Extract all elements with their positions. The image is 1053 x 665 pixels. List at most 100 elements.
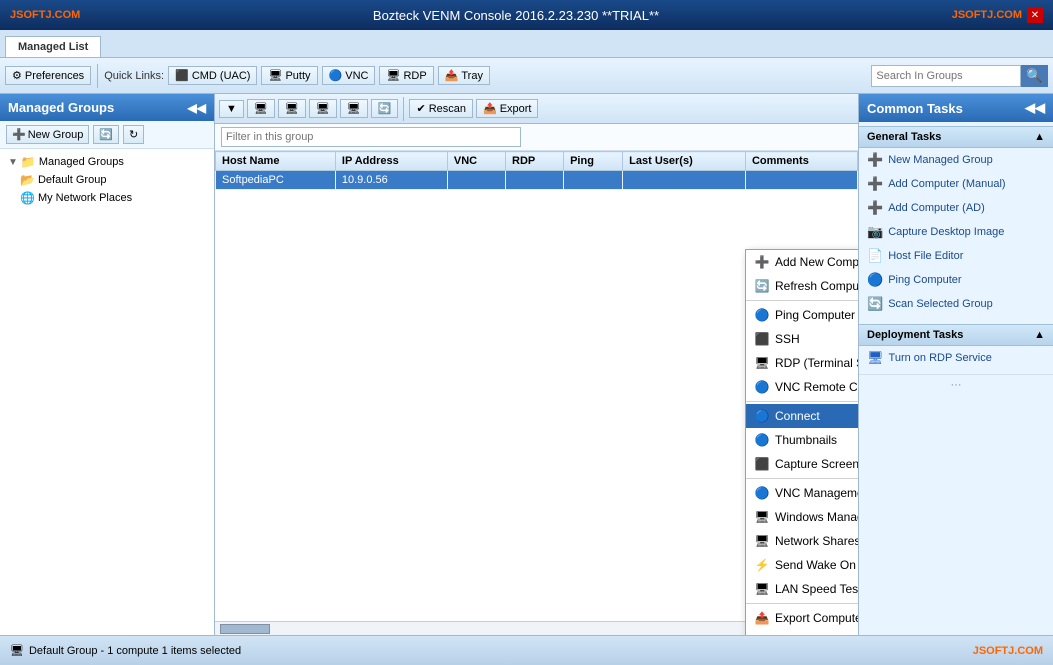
- rdp-button[interactable]: 🖥 RDP: [379, 66, 433, 85]
- new-group-button[interactable]: ➕ New Group: [6, 125, 89, 144]
- tree-item-default[interactable]: 📂 Default Group: [4, 171, 210, 189]
- ctx-network-shares[interactable]: 🖥 Network Shares ▶: [746, 529, 858, 553]
- ctx-win-mgmt-icon: 🖥: [754, 509, 770, 525]
- ctx-add-icon: ➕: [754, 254, 770, 270]
- tree-label-network: My Network Places: [38, 192, 132, 204]
- content-btn-4[interactable]: 🖥: [340, 99, 368, 118]
- preferences-button[interactable]: ⚙ Preferences: [5, 66, 91, 85]
- search-input[interactable]: [871, 65, 1021, 87]
- ctx-vnc-mgmt[interactable]: 🔵 VNC Management ▶: [746, 481, 858, 505]
- col-hostname[interactable]: Host Name: [216, 152, 336, 171]
- tree-item-root[interactable]: ▼ 📁 Managed Groups: [4, 153, 210, 171]
- cmd-button[interactable]: ⬛ CMD (UAC): [168, 66, 257, 85]
- task-new-managed-group[interactable]: ➕ New Managed Group: [859, 148, 1053, 172]
- export-icon: 📤: [483, 102, 497, 115]
- general-tasks-header: General Tasks ▲: [859, 126, 1053, 148]
- search-button[interactable]: 🔍: [1021, 65, 1048, 87]
- ctx-vnc-remote[interactable]: 🔵 VNC Remote Control: [746, 375, 858, 399]
- close-button[interactable]: ✕: [1027, 7, 1043, 23]
- main-toolbar: ⚙ Preferences Quick Links: ⬛ CMD (UAC) 🖥…: [0, 58, 1053, 94]
- sidebar-sync-button[interactable]: ↻: [123, 125, 144, 144]
- rescan-button[interactable]: ✔ Rescan: [409, 99, 473, 118]
- content-btn-3[interactable]: 🖥: [309, 99, 337, 118]
- col-vnc[interactable]: VNC: [447, 152, 505, 171]
- col-ip[interactable]: IP Address: [335, 152, 447, 171]
- task-add-computer-manual[interactable]: ➕ Add Computer (Manual): [859, 172, 1053, 196]
- content-btn-2[interactable]: 🖥: [278, 99, 306, 118]
- sidebar-collapse-icon[interactable]: ◀◀: [188, 101, 206, 115]
- task-camera-icon: 📷: [867, 224, 883, 240]
- col-rdp[interactable]: RDP: [506, 152, 564, 171]
- ctx-refresh-icon: 🔄: [754, 278, 770, 294]
- ctx-ssh[interactable]: ⬛ SSH: [746, 327, 858, 351]
- ctx-ping[interactable]: 🔵 Ping Computer: [746, 303, 858, 327]
- table-row[interactable]: SoftpediaPC 10.9.0.56: [216, 171, 858, 190]
- task-add-computer-ad[interactable]: ➕ Add Computer (AD): [859, 196, 1053, 220]
- tree-label-default: Default Group: [38, 174, 106, 186]
- col-comments[interactable]: Comments: [745, 152, 857, 171]
- ctx-win-mgmt[interactable]: 🖥 Windows Management ▶: [746, 505, 858, 529]
- cmd-icon: ⬛: [175, 69, 189, 82]
- ctx-wake-on-lan[interactable]: ⚡ Send Wake On LAN Packet: [746, 553, 858, 577]
- status-bar: 🖥 Default Group - 1 compute 1 items sele…: [0, 635, 1053, 665]
- ctx-connect-icon: 🔵: [754, 408, 770, 424]
- ctx-rdp-icon: 🖥: [754, 355, 770, 371]
- content-btn-1[interactable]: 🖥: [247, 99, 275, 118]
- ctx-add-computer[interactable]: ➕ Add New Computer ▶: [746, 250, 858, 274]
- right-panel-collapse-icon[interactable]: ◀◀: [1025, 100, 1045, 116]
- task-capture-desktop[interactable]: 📷 Capture Desktop Image: [859, 220, 1053, 244]
- status-icons-left: 🖥 Default Group - 1 compute 1 items sele…: [10, 644, 241, 657]
- status-text: Default Group - 1 compute 1 items select…: [29, 645, 241, 657]
- putty-button[interactable]: 🖥 Putty: [261, 66, 317, 85]
- tree-item-network[interactable]: 🌐 My Network Places: [4, 189, 210, 207]
- ctx-sep-1: [746, 300, 858, 301]
- ctx-lan-speed[interactable]: 🖥 LAN Speed Test: [746, 577, 858, 601]
- tree-label-root: Managed Groups: [39, 156, 124, 168]
- scrollbar-thumb[interactable]: [220, 624, 270, 634]
- deployment-tasks-header: Deployment Tasks ▲: [859, 324, 1053, 346]
- rescan-icon: ✔: [416, 102, 425, 115]
- ctx-delete-icon: ❌: [754, 634, 770, 635]
- col-ping[interactable]: Ping: [564, 152, 623, 171]
- folder-icon-root: 📁: [21, 155, 36, 169]
- ctx-thumbnails[interactable]: 🔵 Thumbnails ▶: [746, 428, 858, 452]
- cell-vnc: [447, 171, 505, 190]
- cell-ping: [564, 171, 623, 190]
- export-button[interactable]: 📤 Export: [476, 99, 539, 118]
- ctx-connect[interactable]: 🔵 Connect ▶: [746, 404, 858, 428]
- tray-icon: 📤: [445, 69, 459, 82]
- vnc-button[interactable]: 🔵 VNC: [322, 66, 376, 85]
- tab-managed-list[interactable]: Managed List: [5, 36, 101, 57]
- filter-input[interactable]: [221, 127, 521, 147]
- sync-icon: ↻: [129, 128, 138, 141]
- rdp-icon: 🖥: [386, 69, 400, 82]
- view-dropdown-button[interactable]: ▼: [219, 100, 244, 118]
- ctx-capture[interactable]: ⬛ Capture Screen: [746, 452, 858, 476]
- ctx-ssh-icon: ⬛: [754, 331, 770, 347]
- ctx-refresh[interactable]: 🔄 Refresh Computer Data: [746, 274, 858, 298]
- sidebar-refresh-button[interactable]: 🔄: [93, 125, 119, 144]
- computer-table: Host Name IP Address VNC RDP Ping Last U…: [215, 151, 858, 190]
- tray-button[interactable]: 📤 Tray: [438, 66, 490, 85]
- search-box: 🔍: [871, 65, 1048, 87]
- ctx-rdp[interactable]: 🖥 RDP (Terminal Services): [746, 351, 858, 375]
- task-ping-computer[interactable]: 🔵 Ping Computer: [859, 268, 1053, 292]
- deployment-tasks-toggle-icon[interactable]: ▲: [1034, 329, 1045, 341]
- ctx-vnc-mgmt-icon: 🔵: [754, 485, 770, 501]
- task-plus-icon-3: ➕: [867, 200, 883, 216]
- ctx-sep-4: [746, 603, 858, 604]
- content-btn-5[interactable]: 🔄: [371, 99, 399, 118]
- task-scan-selected-group[interactable]: 🔄 Scan Selected Group: [859, 292, 1053, 316]
- task-rdp-icon: 🖥: [867, 350, 884, 366]
- task-turn-on-rdp[interactable]: 🖥 Turn on RDP Service: [859, 346, 1053, 370]
- tree-area: ▼ 📁 Managed Groups 📂 Default Group 🌐 My …: [0, 149, 214, 635]
- new-group-icon: ➕: [12, 128, 26, 141]
- task-host-file-editor[interactable]: 📄 Host File Editor: [859, 244, 1053, 268]
- ctx-delete[interactable]: ❌ Delete Computer(s): [746, 630, 858, 635]
- ctx-lan-speed-icon: 🖥: [754, 581, 770, 597]
- col-lastuser[interactable]: Last User(s): [623, 152, 746, 171]
- ctx-sep-2: [746, 401, 858, 402]
- general-tasks-toggle-icon[interactable]: ▲: [1034, 131, 1045, 143]
- content-area: ▼ 🖥 🖥 🖥 🖥 🔄 ✔ Rescan 📤 Export: [215, 94, 858, 635]
- ctx-export[interactable]: 📤 Export Computer(s): [746, 606, 858, 630]
